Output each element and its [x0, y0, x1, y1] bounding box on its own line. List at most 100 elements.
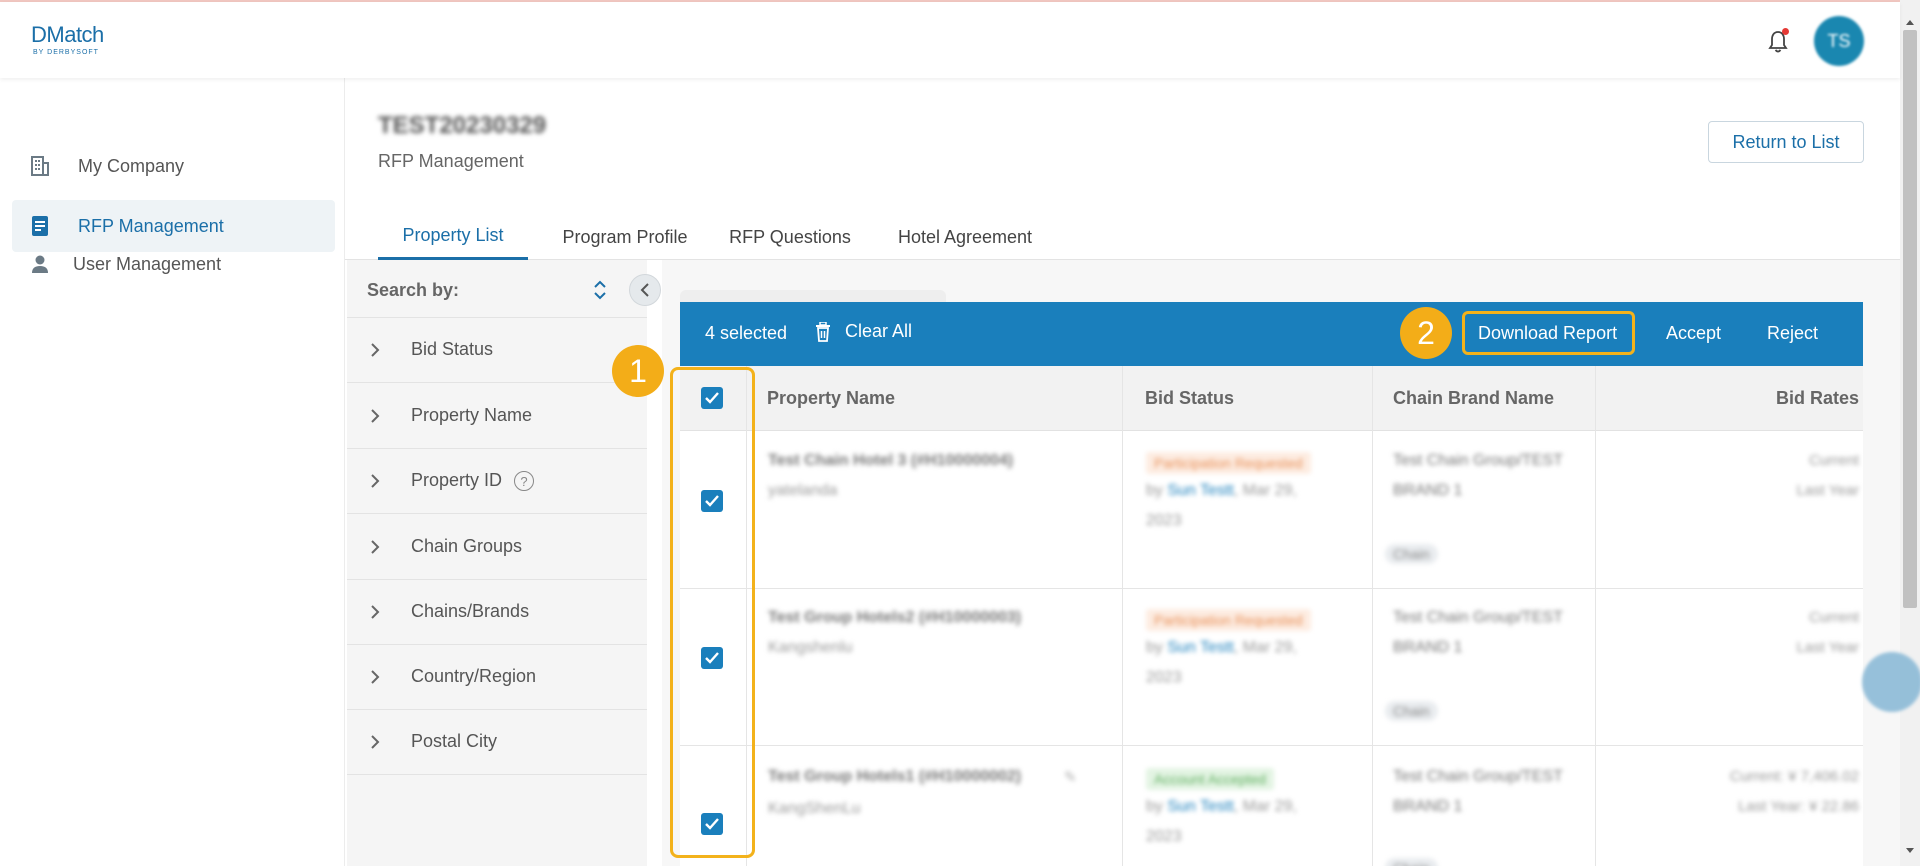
chain-badge: Chain [1385, 701, 1438, 721]
filter-header: Search by: [347, 260, 647, 318]
filter-chains-brands[interactable]: Chains/Brands [347, 580, 647, 645]
column-header-chain-brand-name[interactable]: Chain Brand Name [1393, 388, 1554, 409]
bid-rate-current: Current [1808, 609, 1859, 626]
filter-label-wrap: Property ID? [411, 470, 535, 492]
sidebar-item-user-management[interactable]: User Management [12, 238, 335, 290]
column-header-bid-rates[interactable]: Bid Rates [1776, 388, 1859, 409]
status-badge: Participation Requested [1146, 609, 1311, 631]
status-by-prefix: by [1146, 798, 1168, 815]
chevron-right-icon [369, 342, 381, 358]
chevron-right-icon [369, 669, 381, 685]
status-by-prefix: by [1146, 639, 1168, 656]
table-row[interactable]: Test Group Hotels1 (#H10000002) ✎ KangSh… [680, 746, 1863, 866]
sidebar-item-my-company[interactable]: My Company [12, 140, 335, 192]
building-icon [29, 155, 51, 177]
property-sub: KangShenLu [768, 800, 861, 817]
status-by: by Sun Testt, Mar 29, 2023 [1146, 633, 1336, 693]
filter-label: Country/Region [411, 666, 537, 686]
filter-label: Postal City [411, 731, 498, 751]
status-by-prefix: by [1146, 482, 1168, 499]
checkbox-column-highlight [670, 367, 755, 858]
status-by: by Sun Testt, Mar 29, 2023 [1146, 476, 1336, 536]
scroll-down-arrow-icon[interactable] [1906, 848, 1914, 853]
filter-postal-city[interactable]: Postal City [347, 710, 647, 775]
sidebar-item-label: RFP Management [78, 215, 224, 236]
chevron-right-icon [369, 539, 381, 555]
column-header-bid-status[interactable]: Bid Status [1145, 388, 1234, 409]
scroll-thumb[interactable] [1903, 30, 1917, 608]
accept-button[interactable]: Accept [1666, 323, 1721, 344]
table-row[interactable]: Test Chain Hotel 3 (#H10000004) yateland… [680, 432, 1863, 589]
table-row[interactable]: Test Group Hotels2 (#H10000003) Kangshen… [680, 589, 1863, 746]
chain-badge: Chain [1385, 858, 1438, 866]
notification-bell-icon[interactable] [1766, 28, 1790, 56]
sidebar: My Company RFP Management User Managemen… [0, 78, 345, 866]
help-icon[interactable]: ? [514, 471, 535, 492]
app-logo[interactable]: DMatch BY DERBYSOFT [31, 22, 104, 56]
bid-rate-current: Current [1808, 452, 1859, 469]
notification-dot [1782, 28, 1789, 35]
status-badge: Account Accepted [1146, 768, 1275, 790]
user-icon [29, 253, 51, 275]
chain-badge: Chain [1385, 544, 1438, 564]
filter-label: Chains/Brands [411, 601, 530, 621]
filter-property-name[interactable]: Property Name [347, 384, 647, 449]
collapse-filter-button[interactable] [629, 274, 661, 306]
tab-property-list[interactable]: Property List [378, 214, 528, 260]
chevron-right-icon [369, 408, 381, 424]
logo-text: DMatch [31, 22, 104, 47]
filter-label: Chain Groups [411, 536, 523, 556]
return-to-list-button[interactable]: Return to List [1708, 121, 1864, 163]
scroll-up-arrow-icon[interactable] [1906, 20, 1914, 25]
page-scrollbar[interactable] [1900, 0, 1920, 866]
tab-program-profile[interactable]: Program Profile [545, 214, 705, 260]
chevron-left-icon [640, 283, 649, 297]
reject-button[interactable]: Reject [1767, 323, 1818, 344]
column-header-property-name[interactable]: Property Name [767, 388, 895, 409]
filter-property-id[interactable]: Property ID? [347, 449, 647, 514]
chevron-right-icon [369, 734, 381, 750]
property-name[interactable]: Test Chain Hotel 3 (#H10000004) [768, 452, 1013, 470]
selected-count: 4 selected [705, 323, 788, 343]
tab-hotel-agreement[interactable]: Hotel Agreement [885, 214, 1045, 260]
chevron-right-icon [369, 473, 381, 489]
property-sub: yatelanda [768, 482, 838, 499]
chain-brand-name: Test Chain Group/TEST BRAND 1 [1393, 609, 1563, 656]
clear-all-label: Clear All [845, 321, 913, 341]
property-name[interactable]: Test Group Hotels1 (#H10000002) [768, 768, 1021, 786]
search-by-label: Search by: [367, 280, 460, 300]
filter-bid-status[interactable]: Bid Status [347, 318, 647, 383]
download-report-highlight [1462, 311, 1635, 355]
clear-all-button[interactable]: Clear All [815, 320, 913, 342]
property-table: Property Name Bid Status Chain Brand Nam… [680, 366, 1863, 866]
selection-action-bar: 4 selected Clear All Download Report Acc… [680, 302, 1863, 366]
filter-chain-groups[interactable]: Chain Groups [347, 515, 647, 580]
status-by-name[interactable]: Sun Testt [1167, 482, 1233, 499]
step-badge-2: 2 [1400, 307, 1452, 359]
sort-toggle-icon[interactable] [592, 278, 608, 302]
document-icon [29, 215, 51, 237]
sidebar-item-label: My Company [78, 155, 185, 176]
tab-rfp-questions[interactable]: RFP Questions [720, 214, 860, 260]
step-badge-1: 1 [612, 345, 664, 397]
floating-help-button[interactable] [1862, 652, 1920, 712]
property-sub: Kangshenlu [768, 639, 853, 656]
filter-country-region[interactable]: Country/Region [347, 645, 647, 710]
bid-rate-last-year: Last Year [1796, 482, 1859, 499]
status-by-name[interactable]: Sun Testt [1167, 798, 1233, 815]
bid-rate-last-year: Last Year [1796, 639, 1859, 656]
sidebar-item-label: User Management [73, 253, 222, 274]
bid-rate-last-year: Last Year: ¥ 22.86 [1738, 798, 1859, 815]
filter-label: Property ID [411, 470, 503, 490]
top-bar: DMatch BY DERBYSOFT TS [0, 2, 1900, 78]
trash-icon [815, 320, 831, 342]
table-header: Property Name Bid Status Chain Brand Nam… [680, 366, 1863, 431]
property-name[interactable]: Test Group Hotels2 (#H10000003) [768, 609, 1021, 627]
logo-subtext: BY DERBYSOFT [33, 49, 99, 56]
chain-brand-name: Test Chain Group/TEST BRAND 1 [1393, 452, 1563, 499]
status-badge: Participation Requested [1146, 452, 1311, 474]
status-by-name[interactable]: Sun Testt [1167, 639, 1233, 656]
page-title: TEST20230329 [378, 112, 547, 139]
user-avatar[interactable]: TS [1814, 16, 1864, 66]
edit-pencil-icon[interactable]: ✎ [1064, 768, 1077, 786]
